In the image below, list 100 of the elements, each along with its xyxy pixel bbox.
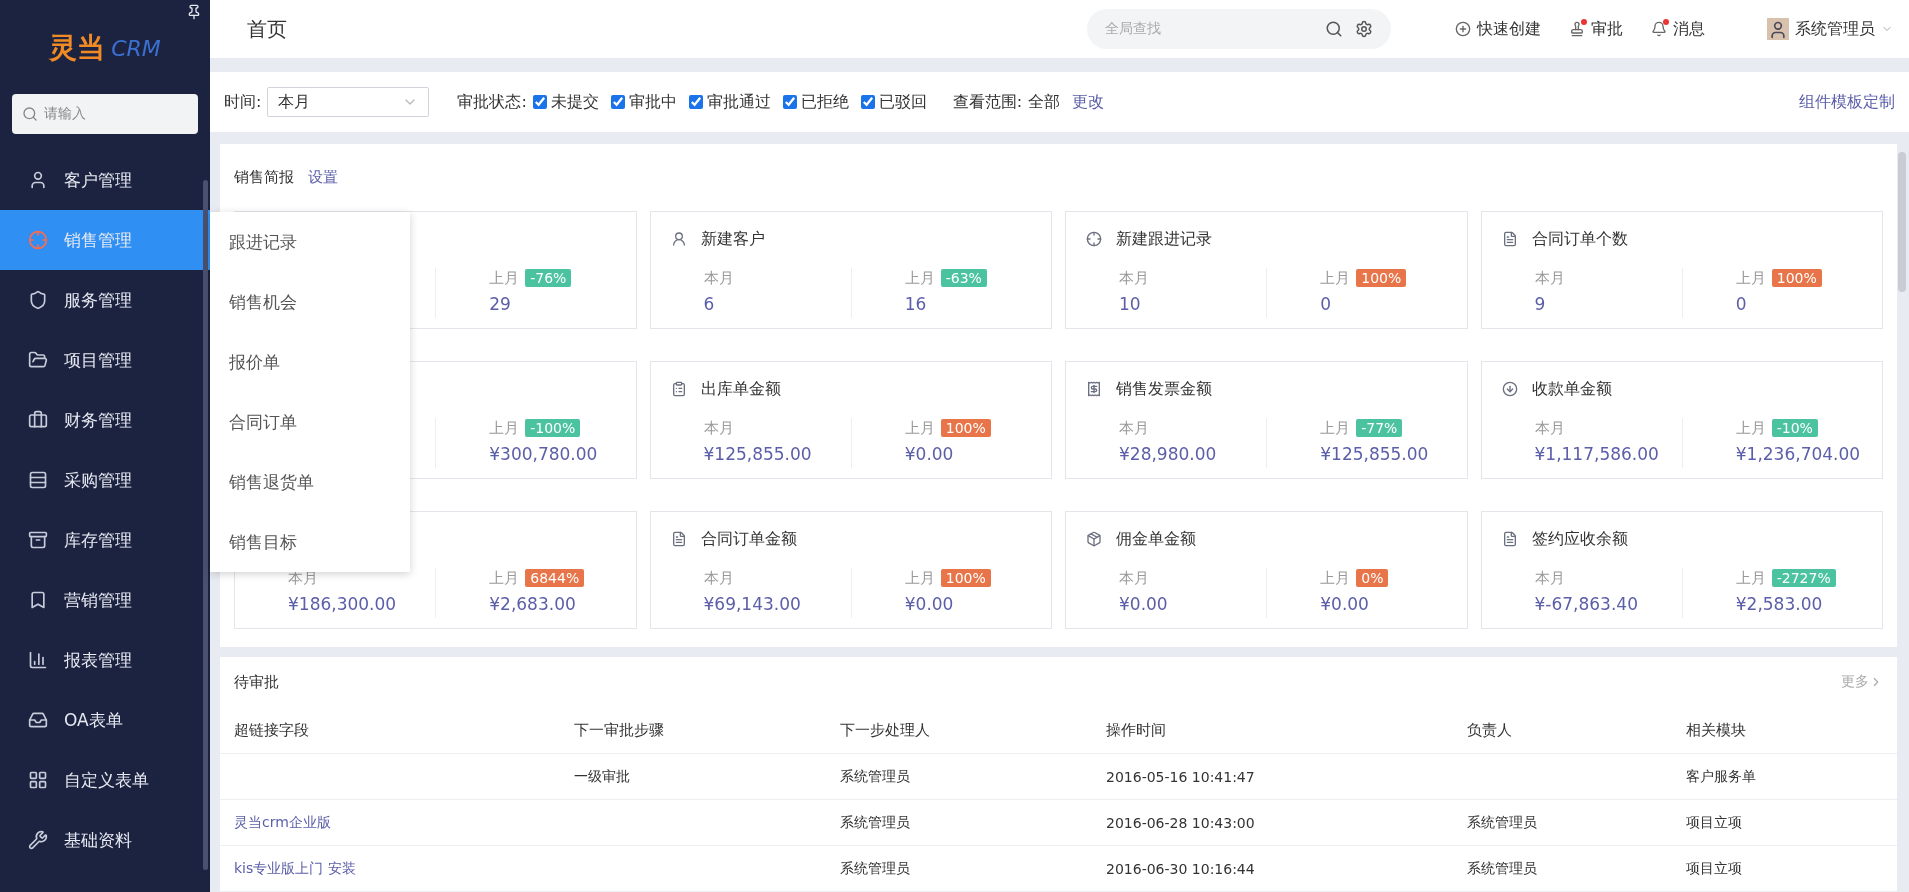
period-label: 上月 bbox=[1320, 268, 1351, 288]
header-action[interactable]: 快速创建 bbox=[1455, 18, 1541, 40]
change-badge: -2727% bbox=[1771, 569, 1836, 587]
scope-label: 查看范围: bbox=[952, 91, 1023, 113]
shield-icon bbox=[28, 290, 48, 310]
change-badge: -77% bbox=[1356, 419, 1403, 437]
logo-product: CRM bbox=[111, 35, 161, 61]
period-label: 本月 bbox=[703, 418, 734, 438]
card-title: 新建跟进记录 bbox=[1116, 228, 1212, 250]
pin-icon[interactable] bbox=[186, 4, 202, 20]
change-badge: 0% bbox=[1356, 569, 1389, 587]
checkbox-label: 已驳回 bbox=[878, 91, 927, 113]
change-badge: 6844% bbox=[525, 569, 585, 587]
status-label: 审批状态: bbox=[457, 91, 527, 113]
list-icon bbox=[28, 470, 48, 490]
checkbox-label: 审批中 bbox=[628, 91, 677, 113]
submenu-item[interactable]: 销售退货单 bbox=[210, 452, 410, 512]
package-icon bbox=[1086, 531, 1102, 547]
stat-value: ¥2,583.00 bbox=[1735, 594, 1824, 614]
scrollbar[interactable] bbox=[203, 180, 208, 870]
document-icon bbox=[1501, 531, 1518, 547]
settings-icon[interactable] bbox=[1355, 20, 1373, 39]
nav-item[interactable]: 客户管理 bbox=[0, 150, 210, 210]
customize-link[interactable]: 组件模板定制 bbox=[1799, 91, 1895, 113]
submenu-item[interactable]: 跟进记录 bbox=[210, 212, 410, 272]
card-title: 佣金单金额 bbox=[1116, 528, 1196, 550]
scrollbar[interactable] bbox=[1898, 152, 1906, 292]
table-cell-text: 项目立项 bbox=[1686, 859, 1743, 878]
submenu-item[interactable]: 销售机会 bbox=[210, 272, 410, 332]
status-checkbox[interactable] bbox=[688, 95, 703, 110]
stat-value: 29 bbox=[489, 294, 512, 314]
nav-item[interactable]: 自定义表单 bbox=[0, 750, 210, 810]
scope-value: 全部 bbox=[1028, 91, 1061, 113]
arrow-down-icon bbox=[1501, 381, 1518, 397]
change-link[interactable]: 更改 bbox=[1072, 91, 1105, 113]
search-icon bbox=[22, 106, 38, 122]
user-menu[interactable]: 系统管理员 bbox=[1767, 18, 1893, 41]
card-title: 合同订单个数 bbox=[1531, 228, 1628, 250]
change-badge: -76% bbox=[525, 269, 572, 287]
nav-item[interactable]: OA表单 bbox=[0, 690, 210, 750]
nav-item[interactable]: 基础资料 bbox=[0, 810, 210, 870]
document-icon bbox=[1501, 231, 1518, 247]
nav-item[interactable]: 服务管理 bbox=[0, 270, 210, 330]
briefcase-icon bbox=[28, 410, 48, 430]
column-header: 下一审批步骤 bbox=[574, 720, 665, 740]
header-action[interactable]: 消息 bbox=[1651, 18, 1705, 40]
period-label: 上月 bbox=[1735, 418, 1766, 438]
checkbox-label: 已拒绝 bbox=[800, 91, 849, 113]
nav-item[interactable]: 项目管理 bbox=[0, 330, 210, 390]
panel-title: 销售简报 bbox=[234, 168, 294, 187]
card-title: 出库单金额 bbox=[700, 378, 781, 400]
record-link[interactable]: kis专业版上门 安装 bbox=[234, 859, 574, 878]
table-cell-text: 客户服务单 bbox=[1686, 767, 1757, 786]
record-link[interactable]: 灵当crm企业版 bbox=[234, 813, 574, 832]
period-label: 上月 bbox=[1735, 268, 1766, 288]
period-label: 上月 bbox=[489, 418, 520, 438]
wrench-icon bbox=[28, 830, 48, 850]
status-checkbox[interactable] bbox=[610, 95, 625, 110]
period-label: 本月 bbox=[703, 268, 734, 288]
logo-mark: 灵当 bbox=[49, 30, 106, 66]
stat-value: 6 bbox=[703, 294, 716, 314]
period-label: 本月 bbox=[1119, 418, 1149, 438]
period-label: 本月 bbox=[1534, 268, 1565, 288]
nav-item[interactable]: 库存管理 bbox=[0, 510, 210, 570]
status-checkbox[interactable] bbox=[532, 95, 547, 110]
nav-item[interactable]: 营销管理 bbox=[0, 570, 210, 630]
table-cell-text: 2016-06-28 10:43:00 bbox=[1106, 814, 1256, 831]
change-badge: -10% bbox=[1771, 419, 1818, 437]
checkbox-label: 审批通过 bbox=[706, 91, 771, 113]
grid-icon bbox=[28, 770, 48, 790]
stat-value: ¥-67,863.40 bbox=[1534, 594, 1639, 614]
header-action[interactable]: 审批 bbox=[1569, 18, 1623, 40]
person-icon bbox=[670, 231, 687, 247]
status-checkbox[interactable] bbox=[860, 95, 875, 110]
change-badge: -100% bbox=[525, 419, 581, 437]
column-header: 负责人 bbox=[1467, 720, 1513, 740]
stat-value: ¥2,683.00 bbox=[489, 594, 577, 614]
stat-value: ¥28,980.00 bbox=[1119, 444, 1218, 464]
change-badge: -63% bbox=[940, 269, 987, 287]
inbox-icon bbox=[28, 710, 48, 730]
checkbox-label: 未提交 bbox=[550, 91, 599, 113]
period-label: 上月 bbox=[1320, 418, 1351, 438]
archive-icon bbox=[28, 530, 48, 550]
table-cell-text: 系统管理员 bbox=[840, 767, 911, 786]
table-cell-text: 2016-06-30 10:16:44 bbox=[1106, 860, 1256, 877]
settings-link[interactable]: 设置 bbox=[308, 168, 338, 187]
document-icon bbox=[670, 531, 687, 547]
card-title: 收款单金额 bbox=[1531, 378, 1612, 400]
period-label: 本月 bbox=[703, 568, 734, 588]
status-checkbox[interactable] bbox=[782, 95, 797, 110]
nav-item[interactable]: 财务管理 bbox=[0, 390, 210, 450]
nav-item[interactable]: 采购管理 bbox=[0, 450, 210, 510]
submenu-item[interactable]: 合同订单 bbox=[210, 392, 410, 452]
nav-item[interactable]: 报表管理 bbox=[0, 630, 210, 690]
submenu-item[interactable]: 报价单 bbox=[210, 332, 410, 392]
column-header: 相关模块 bbox=[1686, 720, 1747, 740]
period-label: 本月 bbox=[1119, 268, 1149, 288]
person-icon bbox=[28, 170, 48, 190]
time-select[interactable]: 本月 bbox=[267, 87, 430, 118]
search-icon[interactable] bbox=[1325, 20, 1343, 39]
